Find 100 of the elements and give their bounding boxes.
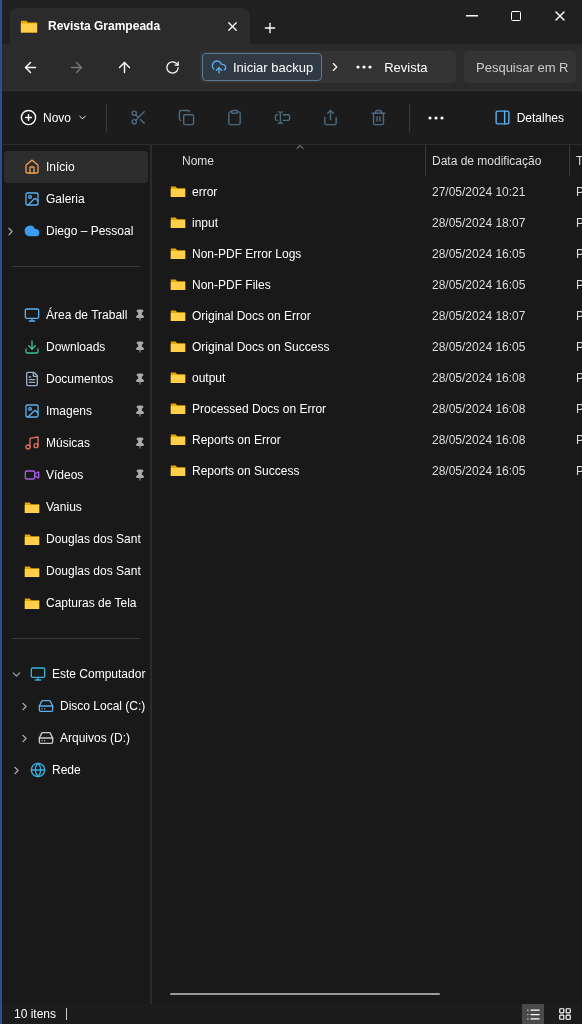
minimize-icon xyxy=(466,15,478,17)
sidebar-item[interactable]: Galeria xyxy=(4,183,148,215)
backup-button[interactable]: Iniciar backup xyxy=(202,53,323,81)
sidebar-item[interactable]: Diego – Pessoal xyxy=(4,215,148,247)
computer-icon xyxy=(30,666,46,682)
sidebar-item[interactable]: Vídeos xyxy=(4,459,148,491)
file-name-cell[interactable]: output xyxy=(152,362,426,393)
file-name-cell[interactable]: Original Docs on Success xyxy=(152,331,426,362)
file-name: input xyxy=(192,215,219,230)
table-cell-text: 28/05/2024 16:08 xyxy=(431,431,527,449)
folder-icon xyxy=(170,340,186,353)
folder-icon xyxy=(170,278,186,291)
grid-icon xyxy=(558,1007,572,1021)
file-name-cell[interactable]: error xyxy=(152,176,426,207)
folder-icon xyxy=(170,371,186,384)
folder-icon xyxy=(170,247,186,260)
video-icon xyxy=(24,467,40,483)
maximize-icon xyxy=(510,10,522,22)
new-button[interactable]: Novo xyxy=(16,101,92,134)
sidebar-item[interactable]: Disco Local (C:) xyxy=(4,690,148,722)
file-name: Reports on Error xyxy=(192,432,281,447)
clipboard-icon xyxy=(225,109,243,126)
file-name: Non-PDF Files xyxy=(192,277,271,292)
file-name: error xyxy=(192,184,218,199)
more-icon xyxy=(356,65,373,69)
document-icon xyxy=(24,371,40,387)
copy-icon xyxy=(177,109,195,126)
file-name-cell[interactable]: Processed Docs on Error xyxy=(152,393,426,424)
file-name: Processed Docs on Error xyxy=(192,401,327,416)
table-cell-text: 28/05/2024 16:08 xyxy=(431,369,527,387)
file-name-cell[interactable]: input xyxy=(152,207,426,238)
table-cell-text: 28/05/2024 16:05 xyxy=(431,462,527,480)
file-name-cell[interactable]: Reports on Success xyxy=(152,455,426,486)
folder-icon xyxy=(24,532,40,546)
sidebar-item[interactable]: Área de Traball xyxy=(4,299,148,331)
home-icon xyxy=(24,159,40,175)
cloud-icon xyxy=(24,223,40,239)
folder-icon xyxy=(170,185,186,198)
file-name: Reports on Success xyxy=(192,463,300,478)
folder-icon xyxy=(24,596,40,610)
file-name-cell[interactable]: Original Docs on Error xyxy=(152,300,426,331)
table-cell-text: 28/05/2024 18:07 xyxy=(431,307,527,325)
column-header[interactable]: Nome xyxy=(152,145,426,176)
file-name-cell[interactable]: Non-PDF Error Logs xyxy=(152,238,426,269)
share-icon xyxy=(321,109,339,126)
sidebar-item[interactable]: Capturas de Tela xyxy=(4,587,148,619)
folder-icon xyxy=(170,309,186,322)
drive-icon xyxy=(38,730,54,746)
more-icon xyxy=(428,115,444,120)
table-cell-text: 28/05/2024 16:05 xyxy=(431,338,527,356)
column-header[interactable]: Data de modificação xyxy=(426,145,570,176)
list-icon xyxy=(525,1006,541,1022)
sidebar-item[interactable]: Documentos xyxy=(4,363,148,395)
sidebar-item[interactable]: Imagens xyxy=(4,395,148,427)
folder-icon xyxy=(24,564,40,578)
details-view-button[interactable] xyxy=(522,1004,544,1024)
sidebar-item[interactable]: Douglas dos Sant xyxy=(4,555,148,587)
music-icon xyxy=(24,435,40,451)
folder-icon xyxy=(20,18,38,34)
sidebar-item[interactable]: Rede xyxy=(4,754,148,786)
folder-icon xyxy=(170,402,186,415)
folder-icon xyxy=(24,500,40,514)
file-name-cell[interactable]: Reports on Error xyxy=(152,424,426,455)
sidebar-item[interactable]: Músicas xyxy=(4,427,148,459)
file-name: Original Docs on Success xyxy=(192,339,330,354)
desktop-icon xyxy=(24,307,40,323)
plus-circle-icon xyxy=(20,109,37,126)
system-drive-icon xyxy=(38,698,54,714)
sidebar-item[interactable]: Vanius xyxy=(4,491,148,523)
table-cell-text: 28/05/2024 16:08 xyxy=(431,400,527,418)
sidebar-item[interactable]: Douglas dos Sant xyxy=(4,523,148,555)
download-icon xyxy=(24,339,40,355)
sidebar-item[interactable]: Arquivos (D:) xyxy=(4,722,148,754)
window-tab[interactable]: Revista Grampeada xyxy=(10,8,250,44)
image-icon xyxy=(24,403,40,419)
search-field[interactable]: Pesquisar em R xyxy=(464,51,576,83)
item-count: 10 itens xyxy=(14,1007,57,1021)
cloud-upload-icon xyxy=(211,59,227,75)
table-cell-text: 28/05/2024 18:07 xyxy=(431,214,527,232)
sidebar-item[interactable]: Downloads xyxy=(4,331,148,363)
file-name: output xyxy=(192,370,226,385)
network-icon xyxy=(30,762,46,778)
sidebar-item[interactable]: Este Computador xyxy=(4,658,148,690)
file-name: Original Docs on Error xyxy=(192,308,311,323)
breadcrumb-item[interactable]: Revista xyxy=(384,59,428,75)
gallery-icon xyxy=(24,191,40,207)
panel-icon xyxy=(493,109,511,126)
scrollbar-thumb[interactable] xyxy=(170,993,440,995)
file-name-cell[interactable]: Non-PDF Files xyxy=(152,269,426,300)
trash-icon xyxy=(369,109,387,126)
folder-icon xyxy=(170,433,186,446)
details-button[interactable]: Detalhes xyxy=(489,101,568,134)
table-cell-text: 27/05/2024 10:21 xyxy=(431,183,527,201)
folder-icon xyxy=(170,464,186,477)
plus-icon xyxy=(262,20,278,36)
refresh-icon xyxy=(164,59,180,75)
file-name: Non-PDF Error Logs xyxy=(192,246,302,261)
table-cell-text: 28/05/2024 16:05 xyxy=(431,245,527,263)
table-cell-text: 28/05/2024 16:05 xyxy=(431,276,527,294)
sidebar-item[interactable]: Início xyxy=(4,151,148,183)
